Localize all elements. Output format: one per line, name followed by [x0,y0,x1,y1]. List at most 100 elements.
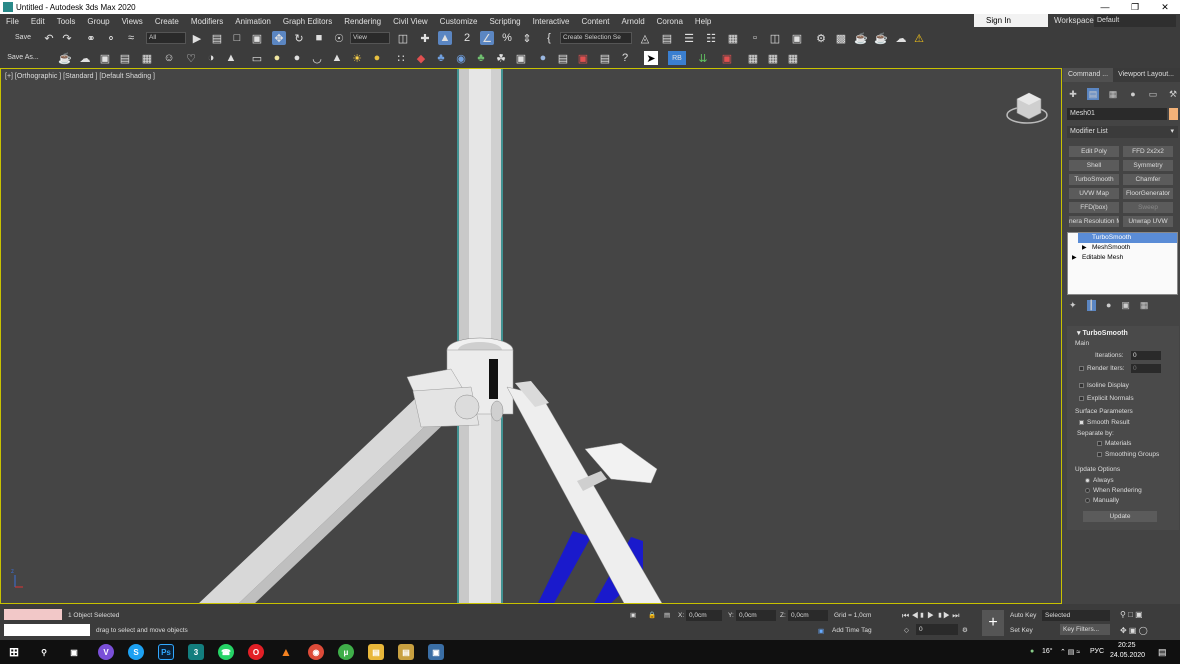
current-frame-field[interactable]: 0 [916,624,958,635]
menu-customize[interactable]: Customize [434,17,484,26]
add-time-tag-label[interactable]: Add Time Tag [832,627,872,634]
mod-chamfer-button[interactable]: Chamfer [1123,174,1173,185]
mod-resolution-button[interactable]: nera Resolution M [1069,216,1119,227]
mod-symmetry-button[interactable]: Symmetry [1123,160,1173,171]
chrome-icon[interactable]: ◉ [308,644,324,660]
people-icon[interactable]: ☺ [162,51,176,65]
z-coordinate-field[interactable]: 0,0cm [788,610,828,621]
skype-icon[interactable]: S [128,644,144,660]
modify-tab-icon[interactable]: ▤ [1087,88,1099,100]
hierarchy-tab-icon[interactable]: ▦ [1107,88,1119,100]
sun-sky-icon[interactable]: ● [370,51,384,65]
selection-filter-dropdown[interactable]: All [146,32,186,44]
menu-modifiers[interactable]: Modifiers [185,17,229,26]
3dsmax-icon[interactable]: 3 [188,644,204,660]
snap-toggle-icon[interactable]: 2 [460,31,474,45]
reference-coordinate-dropdown[interactable]: View [350,32,390,44]
folder-icon[interactable]: ▤ [398,644,414,660]
menu-content[interactable]: Content [576,17,616,26]
save-button[interactable]: Save [5,31,41,45]
photoshop-icon[interactable]: Ps [158,644,174,660]
manually-radio[interactable] [1085,498,1090,503]
schematic-view-icon[interactable]: ◫ [768,31,782,45]
menu-interactive[interactable]: Interactive [527,17,576,26]
tray-icons[interactable]: ⌃ ▤ ≈ [1060,648,1080,656]
search-icon[interactable]: ⚲ [36,644,52,660]
mod-floorgenerator-button[interactable]: FloorGenerator [1123,188,1173,199]
add-time-tag-icon[interactable]: ▣ [818,627,824,635]
save-as-button[interactable]: Save As... [5,51,41,65]
workspace-dropdown[interactable]: Default [1094,15,1176,27]
task-view-icon[interactable]: ▣ [66,644,82,660]
smoothing-groups-checkbox[interactable] [1097,452,1102,457]
image-viewer-icon[interactable]: ▣ [428,644,444,660]
bind-spacewarp-icon[interactable]: ≈ [124,31,138,45]
teapot-icon[interactable]: ☕ [58,51,72,65]
snap-grid-icon[interactable]: ▦ [766,51,780,65]
make-unique-icon[interactable]: ● [1106,300,1111,311]
vfb-icon[interactable]: ▣ [576,51,590,65]
object-color-swatch[interactable] [1169,108,1178,120]
set-key-button[interactable]: Set Key [1010,627,1033,634]
unlink-icon[interactable]: ⚬ [104,31,118,45]
spinner-snap-icon[interactable]: ⇕ [520,31,534,45]
clock-time[interactable]: 20:25 [1118,642,1136,649]
modifier-list-dropdown[interactable]: Modifier List ▾ [1067,126,1178,138]
placement-icon[interactable]: ☉ [332,31,346,45]
curve-editor-icon[interactable]: ▫ [748,31,762,45]
viber-icon[interactable]: V [98,644,114,660]
globe-icon[interactable]: ◉ [454,51,468,65]
windows-start-icon[interactable]: ⊞ [6,644,22,660]
align-icon[interactable]: ▤ [660,31,674,45]
always-radio[interactable] [1085,478,1090,483]
table-icon[interactable]: ▦ [140,51,154,65]
vlc-icon[interactable]: ▲ [278,644,294,660]
cloud-icon[interactable]: ☁ [78,51,92,65]
pivot-center-icon[interactable]: ◫ [396,31,410,45]
layer-explorer-icon[interactable]: ☷ [704,31,718,45]
image-icon[interactable]: ▣ [98,51,112,65]
fur-icon[interactable]: ♣ [434,51,448,65]
scale-icon[interactable]: ■ [312,31,326,45]
render-a360-icon[interactable]: ☁ [894,31,908,45]
absolute-mode-icon[interactable]: ▤ [664,611,670,619]
link-icon[interactable]: ⚭ [84,31,98,45]
file-explorer-icon[interactable]: ▤ [368,644,384,660]
motion-tab-icon[interactable]: ● [1127,88,1139,100]
menu-animation[interactable]: Animation [229,17,277,26]
menu-arnold[interactable]: Arnold [616,17,651,26]
percent-snap-icon[interactable]: % [500,31,514,45]
show-end-result-icon[interactable]: ┃ [1086,300,1096,311]
minimize-icon[interactable]: — [1090,0,1120,14]
maximize-icon[interactable]: ❐ [1120,0,1150,14]
stack-item-turbosmooth[interactable]: TurboSmooth [1078,233,1177,243]
pointer-icon[interactable]: ➤ [644,51,658,65]
toggle-scene-explorer-icon[interactable]: ☰ [682,31,696,45]
menu-edit[interactable]: Edit [25,17,51,26]
bowl-icon[interactable]: ◡ [310,51,324,65]
select-by-name-icon[interactable]: ▤ [210,31,224,45]
whatsapp-icon[interactable]: ☎ [218,644,234,660]
chevrons-down-icon[interactable]: ⇊ [696,51,710,65]
mod-ffd-box-button[interactable]: FFD(box) [1069,202,1119,213]
explicit-normals-checkbox[interactable] [1079,396,1084,401]
render-iterative-icon[interactable]: ☕ [874,31,888,45]
rotate-icon[interactable]: ↻ [292,31,306,45]
close-icon[interactable]: ✕ [1150,0,1180,14]
tab-viewport-layout[interactable]: Viewport Layout... [1113,68,1179,82]
set-key-big-icon[interactable]: + [982,610,1004,636]
clock-date[interactable]: 24.05.2020 [1110,652,1145,659]
viewport-nav-icons[interactable]: ⚲ □ ▣ [1120,610,1143,619]
undo-icon[interactable]: ↶ [42,31,56,45]
sign-in-button[interactable]: Sign In [974,14,1048,27]
array-icon[interactable]: ▦ [786,51,800,65]
paint-icon[interactable]: ▲ [224,51,238,65]
viewport[interactable]: [+] [Orthographic ] [Standard ] [Default… [0,68,1062,604]
select-move-icon[interactable]: ✥ [272,31,286,45]
redo-icon[interactable]: ↷ [60,31,74,45]
isolate-icon[interactable]: ▣ [630,611,636,619]
edit-named-selection-icon[interactable]: { [542,31,556,45]
language-indicator[interactable]: РУС [1090,648,1104,655]
mod-turbosmooth-button[interactable]: TurboSmooth [1069,174,1119,185]
mod-shell-button[interactable]: Shell [1069,160,1119,171]
